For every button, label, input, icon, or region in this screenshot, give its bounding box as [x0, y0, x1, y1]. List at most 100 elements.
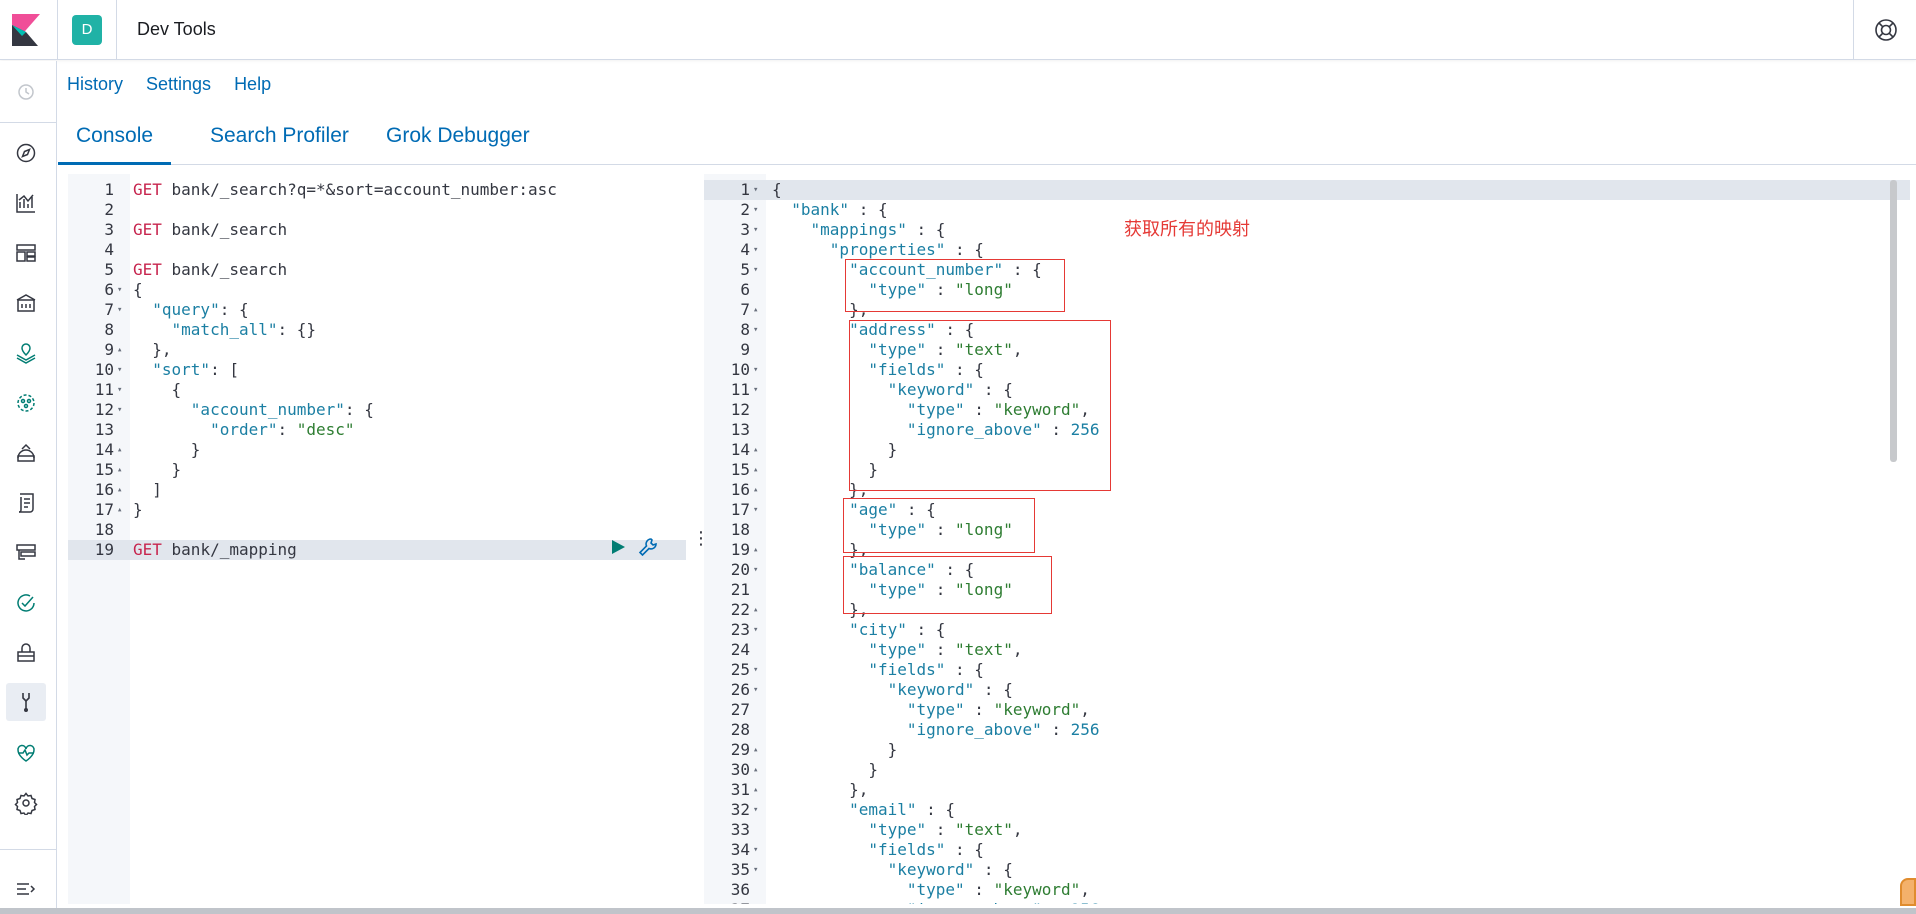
tab-search-profiler[interactable]: Search Profiler [192, 118, 367, 165]
fold-toggle-icon[interactable]: ▴ [117, 440, 122, 460]
fold-toggle-icon[interactable]: ▴ [753, 780, 758, 800]
request-actions-wrench-icon[interactable] [637, 536, 659, 558]
settings-link[interactable]: Settings [146, 74, 211, 95]
scroll-corner-handle[interactable] [1900, 878, 1916, 906]
code-text: "match_all": {} [133, 320, 317, 340]
request-editor[interactable]: 1 GET bank/_search?q=*&sort=account_numbe… [68, 174, 686, 904]
code-line: 13 "order": "desc" [68, 420, 686, 440]
fold-toggle-icon[interactable]: ▾ [753, 500, 758, 520]
collapse-nav-icon[interactable] [14, 877, 38, 901]
code-line: 19 GET bank/_mapping [68, 540, 686, 560]
code-token: "ignore_above" [906, 720, 1042, 739]
fold-toggle-icon[interactable]: ▴ [753, 480, 758, 500]
code-line: 30 ▴ } [704, 760, 1910, 780]
fold-toggle-icon[interactable]: ▾ [753, 240, 758, 260]
fold-toggle-icon[interactable]: ▾ [753, 680, 758, 700]
fold-toggle-icon[interactable]: ▾ [753, 200, 758, 220]
fold-toggle-icon[interactable]: ▾ [117, 400, 122, 420]
recently-viewed[interactable] [0, 61, 56, 123]
help-link[interactable]: Help [234, 74, 271, 95]
fold-toggle-icon[interactable]: ▴ [117, 460, 122, 480]
editor-resize-handle[interactable]: ⋮ [692, 528, 710, 548]
fold-toggle-icon[interactable]: ▾ [753, 840, 758, 860]
monitoring-icon[interactable] [14, 741, 38, 765]
fold-toggle-icon[interactable]: ▴ [753, 460, 758, 480]
fold-toggle-icon[interactable]: ▴ [753, 440, 758, 460]
fold-toggle-icon[interactable]: ▾ [753, 560, 758, 580]
fold-toggle-icon[interactable]: ▾ [753, 800, 758, 820]
line-number: 15 [94, 460, 114, 479]
fold-toggle-icon[interactable]: ▾ [753, 180, 758, 200]
fold-toggle-icon[interactable]: ▾ [753, 620, 758, 640]
code-token: GET [133, 540, 162, 559]
canvas-icon[interactable] [14, 291, 38, 315]
machine-learning-icon[interactable] [14, 391, 38, 415]
fold-toggle-icon[interactable]: ▾ [117, 360, 122, 380]
space-avatar[interactable]: D [72, 15, 102, 45]
kibana-logo-icon[interactable] [12, 14, 40, 46]
annotation-box-account-number [845, 259, 1065, 312]
fold-toggle-icon[interactable]: ▾ [117, 380, 122, 400]
fold-toggle-icon[interactable]: ▴ [753, 760, 758, 780]
line-number: 17 [94, 500, 114, 519]
code-token: GET [133, 180, 162, 199]
header-divider [1853, 0, 1854, 60]
apm-icon[interactable] [14, 541, 38, 565]
send-request-button[interactable] [609, 538, 627, 556]
history-link[interactable]: History [67, 74, 123, 95]
line-number: 8 [104, 320, 114, 339]
fold-toggle-icon[interactable]: ▾ [753, 320, 758, 340]
line-number: 37 [704, 900, 750, 904]
tab-console[interactable]: Console [58, 118, 172, 165]
line-number: 20 [730, 560, 750, 579]
fold-toggle-icon[interactable]: ▴ [753, 540, 758, 560]
fold-toggle-icon[interactable]: ▴ [753, 740, 758, 760]
maps-icon[interactable] [14, 341, 38, 365]
dashboard-icon[interactable] [14, 241, 38, 265]
horizontal-scrollbar[interactable] [0, 908, 1916, 914]
line-number: 4 [740, 240, 750, 259]
code-text: "mappings" : { [772, 220, 946, 240]
recently-viewed-icon[interactable] [14, 80, 38, 104]
fold-toggle-icon[interactable]: ▾ [753, 260, 758, 280]
code-token: : { [945, 240, 984, 259]
help-menu-icon[interactable] [1873, 17, 1899, 43]
fold-toggle-icon[interactable]: ▾ [753, 220, 758, 240]
code-token: bank/_search [161, 260, 288, 279]
infrastructure-icon[interactable] [14, 441, 38, 465]
fold-toggle-icon[interactable]: ▴ [753, 600, 758, 620]
fold-toggle-icon[interactable]: ▾ [753, 660, 758, 680]
fold-toggle-icon[interactable]: ▾ [753, 360, 758, 380]
fold-toggle-icon[interactable]: ▴ [117, 480, 122, 500]
uptime-icon[interactable] [14, 591, 38, 615]
dev-tools-icon[interactable] [14, 690, 38, 714]
code-line: 3 GET bank/_search [68, 220, 686, 240]
code-text: "type" : "text", [772, 640, 1022, 660]
fold-toggle-icon[interactable]: ▴ [753, 300, 758, 320]
response-scrollbar[interactable] [1890, 180, 1897, 462]
fold-toggle-icon[interactable]: ▴ [117, 500, 122, 520]
siem-icon[interactable] [14, 641, 38, 665]
code-token: : { [849, 200, 888, 219]
discover-icon[interactable] [14, 141, 38, 165]
fold-toggle-icon[interactable]: ▾ [117, 300, 122, 320]
code-text: "bank" : { [772, 200, 888, 220]
fold-toggle-icon[interactable]: ▾ [753, 860, 758, 880]
management-icon[interactable] [14, 791, 38, 817]
fold-toggle-icon[interactable]: ▾ [117, 280, 122, 300]
tab-grok-debugger[interactable]: Grok Debugger [368, 118, 548, 165]
fold-toggle-icon[interactable]: ▴ [117, 340, 122, 360]
visualize-icon[interactable] [14, 191, 38, 215]
code-token: : { [945, 660, 984, 679]
code-token: "text" [955, 640, 1013, 659]
line-number: 19 [730, 540, 750, 559]
code-token: bank/_search?q=*&sort=account_number:asc [161, 180, 557, 199]
line-number: 6 [740, 280, 750, 299]
fold-toggle-icon[interactable]: ▾ [753, 380, 758, 400]
logs-icon[interactable] [14, 491, 38, 515]
